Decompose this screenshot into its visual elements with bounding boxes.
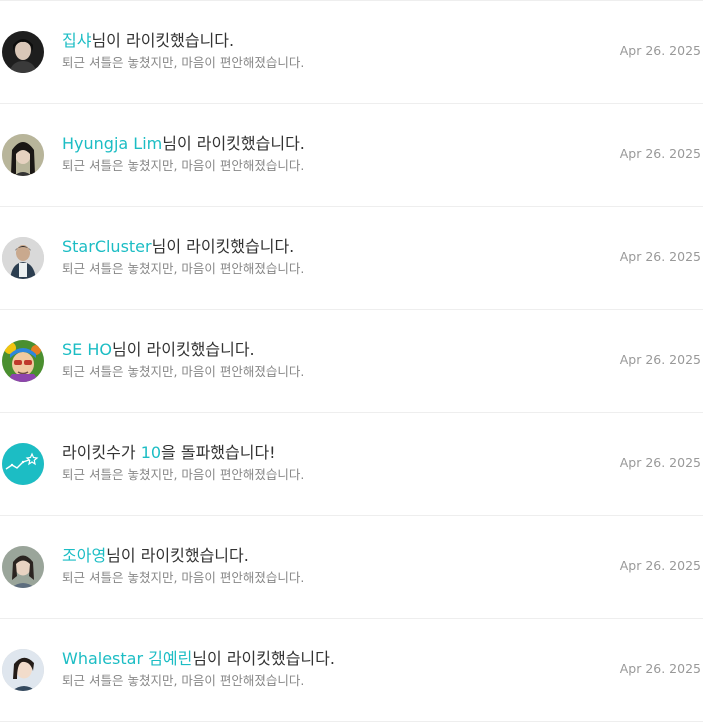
notification-item[interactable]: StarCluster님이 라이킷했습니다. 퇴근 셔틀은 놓쳤지만, 마음이 … — [0, 207, 703, 310]
notification-headline: 집샤님이 라이킷했습니다. — [62, 29, 573, 53]
notification-list: 집샤님이 라이킷했습니다. 퇴근 셔틀은 놓쳤지만, 마음이 편안해졌습니다. … — [0, 0, 703, 722]
notification-item[interactable]: 집샤님이 라이킷했습니다. 퇴근 셔틀은 놓쳤지만, 마음이 편안해졌습니다. … — [0, 1, 703, 104]
post-title[interactable]: 퇴근 셔틀은 놓쳤지만, 마음이 편안해졌습니다. — [62, 673, 573, 689]
notification-text: Hyungja Lim님이 라이킷했습니다. 퇴근 셔틀은 놓쳤지만, 마음이 … — [62, 132, 573, 174]
action-text: 님이 라이킷했습니다. — [192, 649, 335, 668]
user-name-link[interactable]: 집샤 — [62, 31, 91, 50]
action-text: 님이 라이킷했습니다. — [151, 237, 295, 256]
notification-date: Apr 26. 2025 — [619, 455, 701, 470]
user-name-link[interactable]: StarCluster — [62, 237, 152, 256]
user-avatar[interactable] — [2, 134, 44, 176]
action-text: 님이 라이킷했습니다. — [111, 340, 255, 359]
notification-text: StarCluster님이 라이킷했습니다. 퇴근 셔틀은 놓쳤지만, 마음이 … — [62, 235, 573, 277]
user-avatar[interactable] — [2, 340, 44, 382]
user-name-link[interactable]: SE HO — [62, 340, 112, 359]
post-title[interactable]: 퇴근 셔틀은 놓쳤지만, 마음이 편안해졌습니다. — [62, 364, 573, 380]
notification-item-milestone[interactable]: 라이킷수가 10을 돌파했습니다! 퇴근 셔틀은 놓쳤지만, 마음이 편안해졌습… — [0, 413, 703, 516]
notification-date: Apr 26. 2025 — [619, 249, 701, 264]
notification-date: Apr 26. 2025 — [619, 352, 701, 367]
notification-text: 집샤님이 라이킷했습니다. 퇴근 셔틀은 놓쳤지만, 마음이 편안해졌습니다. — [62, 29, 573, 71]
notification-headline: Whalestar 김예린님이 라이킷했습니다. — [62, 647, 573, 671]
milestone-prefix: 라이킷수가 — [62, 443, 141, 462]
post-title[interactable]: 퇴근 셔틀은 놓쳤지만, 마음이 편안해졌습니다. — [62, 261, 573, 277]
user-avatar[interactable] — [2, 546, 44, 588]
notification-item[interactable]: 조아영님이 라이킷했습니다. 퇴근 셔틀은 놓쳤지만, 마음이 편안해졌습니다.… — [0, 516, 703, 619]
milestone-star-icon — [2, 443, 44, 485]
user-avatar[interactable] — [2, 31, 44, 73]
notification-item[interactable]: SE HO님이 라이킷했습니다. 퇴근 셔틀은 놓쳤지만, 마음이 편안해졌습니… — [0, 310, 703, 413]
notification-headline: SE HO님이 라이킷했습니다. — [62, 338, 573, 362]
action-text: 님이 라이킷했습니다. — [106, 546, 249, 565]
notification-text: 조아영님이 라이킷했습니다. 퇴근 셔틀은 놓쳤지만, 마음이 편안해졌습니다. — [62, 544, 573, 586]
post-title[interactable]: 퇴근 셔틀은 놓쳤지만, 마음이 편안해졌습니다. — [62, 467, 573, 483]
milestone-suffix: 을 돌파했습니다! — [161, 443, 276, 462]
notification-text: Whalestar 김예린님이 라이킷했습니다. 퇴근 셔틀은 놓쳤지만, 마음… — [62, 647, 573, 689]
user-name-link[interactable]: Whalestar 김예린 — [62, 649, 192, 668]
notification-item[interactable]: Whalestar 김예린님이 라이킷했습니다. 퇴근 셔틀은 놓쳤지만, 마음… — [0, 619, 703, 722]
user-name-link[interactable]: 조아영 — [62, 546, 106, 565]
post-title[interactable]: 퇴근 셔틀은 놓쳤지만, 마음이 편안해졌습니다. — [62, 570, 573, 586]
milestone-headline: 라이킷수가 10을 돌파했습니다! — [62, 441, 573, 465]
action-text: 님이 라이킷했습니다. — [91, 31, 235, 50]
notification-item[interactable]: Hyungja Lim님이 라이킷했습니다. 퇴근 셔틀은 놓쳤지만, 마음이 … — [0, 104, 703, 207]
notification-headline: StarCluster님이 라이킷했습니다. — [62, 235, 573, 259]
notification-date: Apr 26. 2025 — [619, 661, 701, 676]
post-title[interactable]: 퇴근 셔틀은 놓쳤지만, 마음이 편안해졌습니다. — [62, 55, 573, 71]
user-name-link[interactable]: Hyungja Lim — [62, 134, 162, 153]
notification-date: Apr 26. 2025 — [619, 43, 701, 58]
notification-date: Apr 26. 2025 — [619, 558, 701, 573]
action-text: 님이 라이킷했습니다. — [162, 134, 305, 153]
notification-headline: 조아영님이 라이킷했습니다. — [62, 544, 573, 568]
notification-text: SE HO님이 라이킷했습니다. 퇴근 셔틀은 놓쳤지만, 마음이 편안해졌습니… — [62, 338, 573, 380]
notification-text: 라이킷수가 10을 돌파했습니다! 퇴근 셔틀은 놓쳤지만, 마음이 편안해졌습… — [62, 441, 573, 483]
notification-date: Apr 26. 2025 — [619, 146, 701, 161]
milestone-count: 10 — [140, 443, 162, 462]
user-avatar[interactable] — [2, 649, 44, 691]
user-avatar[interactable] — [2, 237, 44, 279]
post-title[interactable]: 퇴근 셔틀은 놓쳤지만, 마음이 편안해졌습니다. — [62, 158, 573, 174]
notification-headline: Hyungja Lim님이 라이킷했습니다. — [62, 132, 573, 156]
